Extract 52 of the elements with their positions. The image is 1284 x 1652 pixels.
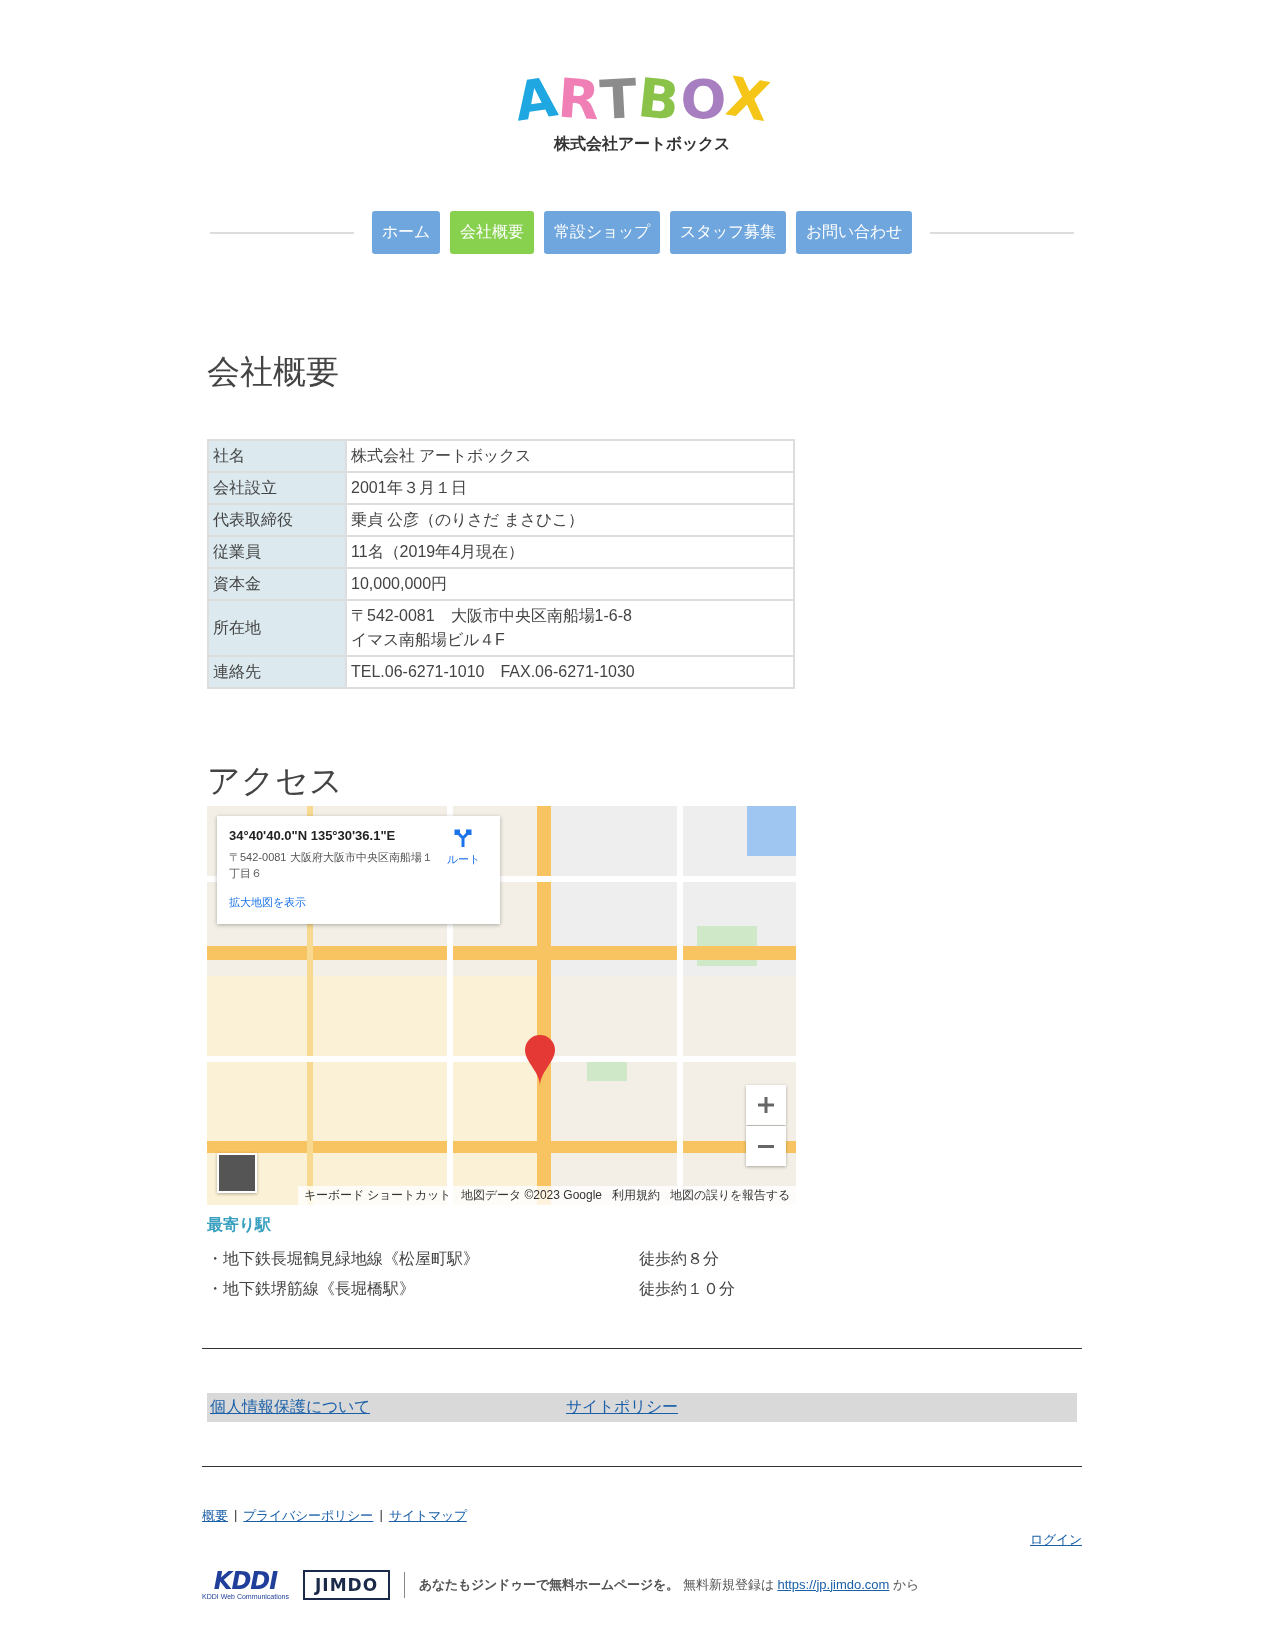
nav-tab[interactable]: 常設ショップ: [544, 211, 660, 254]
login-link[interactable]: ログイン: [1030, 1531, 1082, 1549]
plus-icon: [757, 1096, 775, 1114]
table-cell: 株式会社 アートボックス: [346, 440, 794, 472]
map-attribution[interactable]: 利用規約: [612, 1187, 660, 1204]
footer-link[interactable]: サイトマップ: [388, 1507, 467, 1525]
table-header-cell: 会社設立: [208, 472, 346, 504]
jimdo-logo: JIMDO: [303, 1569, 391, 1600]
minus-icon: [757, 1144, 775, 1148]
section-heading: アクセス: [207, 761, 344, 801]
map-attribution[interactable]: 地図の誤りを報告する: [670, 1187, 790, 1204]
logo-letter: A: [511, 67, 561, 133]
table-cell: 〒542-0081 大阪市中央区南船場1-6-8 イマス南船場ビル４F: [346, 600, 794, 656]
station-name: ・地下鉄長堀鶴見緑地線《松屋町駅》: [207, 1249, 480, 1269]
station-name: ・地下鉄堺筋線《長堀橋駅》: [207, 1279, 416, 1299]
table-cell: TEL.06-6271-1010 FAX.06-6271-1030: [346, 656, 794, 688]
table-header-cell: 資本金: [208, 568, 346, 600]
layer-toggle-button[interactable]: [217, 1153, 257, 1193]
directions-icon: [453, 828, 473, 848]
table-cell: 乗貞 公彦（のりさだ まさひこ）: [346, 504, 794, 536]
walk-time: 徒歩約１０分: [639, 1279, 736, 1299]
map-attribution[interactable]: 地図データ ©2023 Google: [461, 1187, 602, 1204]
footer-link[interactable]: プライバシーポリシー: [243, 1507, 374, 1525]
policy-link[interactable]: サイトポリシー: [566, 1398, 678, 1415]
promo-text: あなたもジンドゥーで無料ホームページを。 無料新規登録は https://jp.jimdo.com から: [419, 1575, 920, 1594]
zoom-out-button[interactable]: [746, 1126, 786, 1166]
zoom-in-button[interactable]: [746, 1085, 786, 1125]
page-heading: 会社概要: [207, 352, 340, 392]
nav-tab[interactable]: ホーム: [372, 211, 440, 254]
place-address: 〒542-0081 大阪府大阪市中央区南船場１丁目６: [229, 850, 434, 881]
table-header-cell: 従業員: [208, 536, 346, 568]
nav-tab[interactable]: スタッフ募集: [670, 211, 786, 254]
map-attribution: キーボード ショートカット: [303, 1187, 452, 1204]
table-header-cell: 連絡先: [208, 656, 346, 688]
coordinates: 34°40'40.0"N 135°30'36.1"E: [229, 828, 397, 843]
company-name: 株式会社アートボックス: [554, 134, 730, 155]
table-header-cell: 社名: [208, 440, 346, 472]
walk-time: 徒歩約８分: [639, 1249, 720, 1269]
footer-link[interactable]: 概要: [202, 1507, 228, 1525]
separator: |: [234, 1507, 238, 1524]
larger-map-link[interactable]: 拡大地図を表示: [229, 895, 438, 910]
table-header-cell: 代表取締役: [208, 504, 346, 536]
route-link[interactable]: ルート: [438, 828, 488, 912]
separator: |: [379, 1507, 383, 1524]
table-cell: 2001年３月１日: [346, 472, 794, 504]
jimdo-link[interactable]: https://jp.jimdo.com: [777, 1576, 890, 1592]
nav-tab[interactable]: お問い合わせ: [796, 211, 912, 254]
subheading: 最寄り駅: [207, 1215, 272, 1235]
table-cell: 10,000,000円: [346, 568, 794, 600]
policy-link[interactable]: 個人情報保護について: [210, 1398, 370, 1415]
table-header-cell: 所在地: [208, 600, 346, 656]
table-cell: 11名（2019年4月現在）: [346, 536, 794, 568]
